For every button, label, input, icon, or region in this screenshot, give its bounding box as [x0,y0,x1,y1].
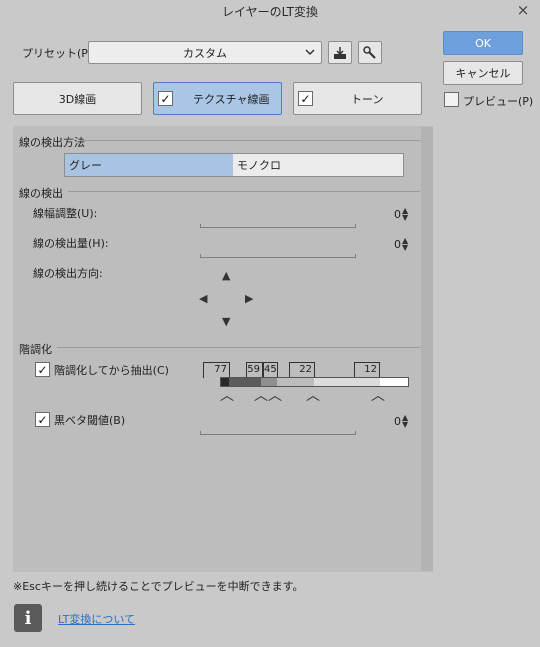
extract-checkbox[interactable]: ✓ [35,362,50,377]
arrow-right-icon[interactable]: ▶ [245,292,253,305]
level-handle-icon[interactable]: ︿ [268,389,282,403]
arrow-down-icon[interactable]: ▼ [222,315,230,328]
window-title: レイヤーのLT変換 [221,5,318,19]
direction-label: 線の検出方向: [33,267,103,280]
preset-select[interactable]: カスタム [88,41,322,64]
divider [57,347,420,348]
scrollbar[interactable] [421,127,433,571]
level-box[interactable]: 45 [263,362,278,378]
width-label: 線幅調整(U): [33,207,98,220]
level-box[interactable]: 59 [246,362,263,378]
level-handle-icon[interactable]: ︿ [371,389,385,403]
preset-settings-button[interactable] [358,41,382,64]
detect-method-title: 線の検出方法 [19,136,85,149]
tab-texture-label: テクスチャ線画 [193,92,270,106]
save-preset-button[interactable] [328,41,352,64]
lt-help-link[interactable]: LT変換について [58,611,135,627]
amount-label: 線の検出量(H): [33,237,109,250]
settings-panel [13,126,433,572]
width-spin-icon[interactable]: ▲ ▼ [402,207,408,222]
tab-3d-label: 3D線画 [58,92,97,106]
black-threshold-value[interactable]: 0 [394,415,401,428]
preset-label: プリセット(P): [22,47,96,60]
save-preset-icon [334,46,346,59]
level-box[interactable]: 77 [203,362,230,378]
option-gray[interactable]: グレー [65,154,233,176]
texture-checkbox[interactable]: ✓ [158,91,173,106]
black-threshold-checkbox[interactable]: ✓ [35,412,50,427]
wrench-icon [363,45,376,59]
preview-checkbox[interactable] [444,92,459,107]
info-icon: i [14,604,42,632]
preview-note: ※Escキーを押し続けることでプレビューを中断できます。 [13,580,304,593]
black-threshold-spin-icon[interactable]: ▲ ▼ [402,414,408,429]
level-handle-icon[interactable]: ︿ [254,389,268,403]
posterize-gradient [220,377,409,387]
level-box[interactable]: 22 [289,362,315,378]
chevron-down-icon [305,47,315,60]
arrow-left-icon[interactable]: ◀ [199,292,207,305]
detect-method-segment[interactable]: グレー モノクロ [64,153,404,177]
detect-title: 線の検出 [19,187,63,200]
ok-button[interactable]: OK [443,31,523,55]
amount-spin-icon[interactable]: ▲ ▼ [402,237,408,252]
preview-label: プレビュー(P) [463,95,534,108]
posterize-title: 階調化 [19,343,52,356]
width-value[interactable]: 0 [394,208,401,221]
amount-value[interactable]: 0 [394,238,401,251]
tone-checkbox[interactable]: ✓ [298,91,313,106]
tab-tone[interactable]: ✓ トーン [293,82,422,115]
divider [68,191,420,192]
divider [80,140,420,141]
preset-value: カスタム [183,46,227,60]
level-handle-icon[interactable]: ︿ [220,389,234,403]
amount-slider[interactable] [200,254,356,258]
extract-label: 階調化してから抽出(C) [54,364,169,377]
tab-tone-label: トーン [351,92,384,106]
black-threshold-slider[interactable] [200,431,356,435]
tab-texture-lineart[interactable]: ✓ テクスチャ線画 [153,82,282,115]
width-slider[interactable] [200,224,356,228]
tab-3d-lineart[interactable]: 3D線画 [13,82,142,115]
level-box[interactable]: 12 [354,362,380,378]
level-handle-icon[interactable]: ︿ [306,389,320,403]
arrow-up-icon[interactable]: ▲ [222,269,230,282]
cancel-button[interactable]: キャンセル [443,61,523,85]
black-threshold-label: 黒ベタ閾値(B) [54,414,126,427]
close-icon[interactable]: × [514,1,532,19]
option-mono[interactable]: モノクロ [233,154,403,176]
